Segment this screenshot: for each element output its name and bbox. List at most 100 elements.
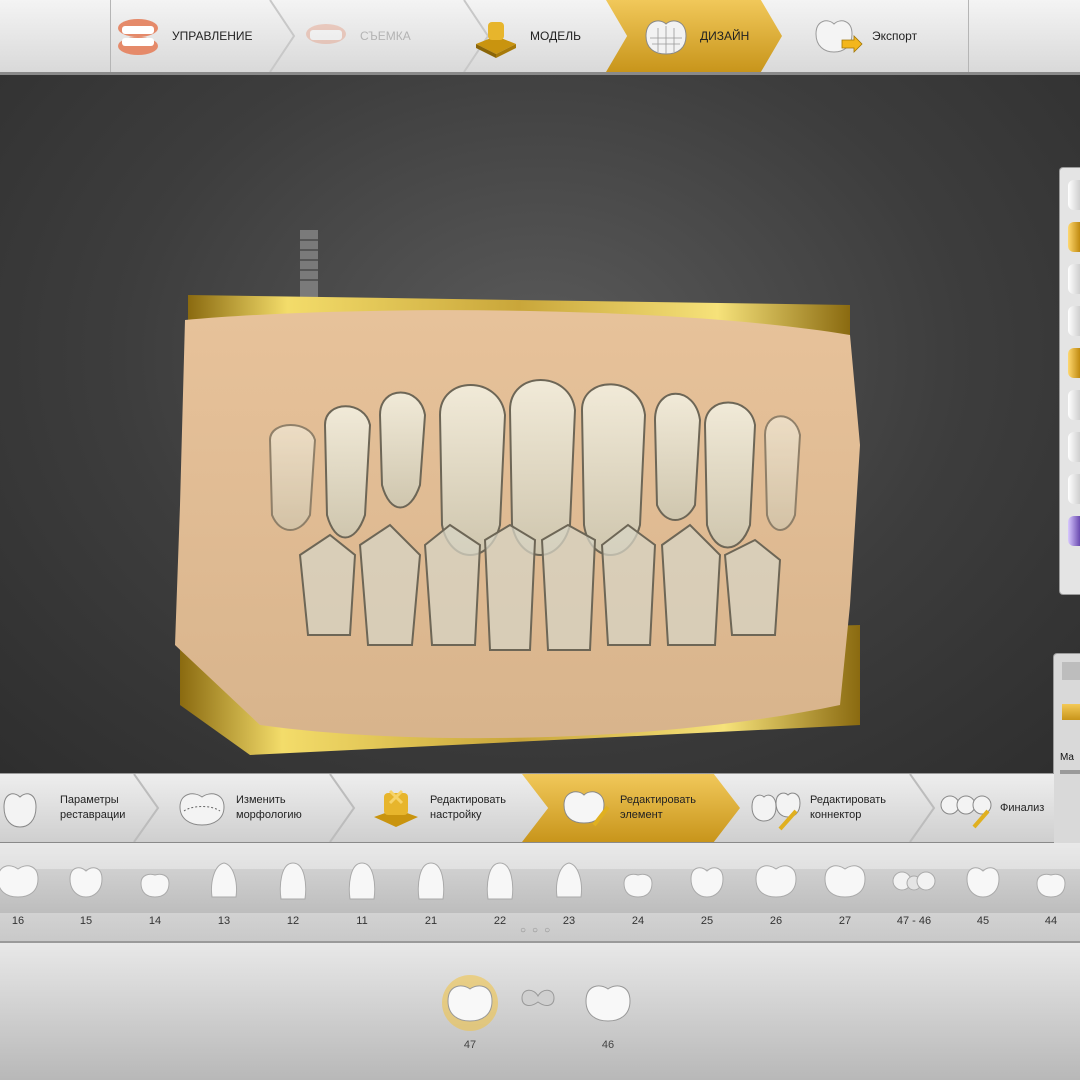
edit-element-icon	[563, 791, 610, 827]
step-model[interactable]: МОДЕЛЬ	[470, 0, 610, 72]
chevron-divider	[269, 0, 296, 72]
step-management[interactable]: УПРАВЛЕНИЕ	[112, 0, 272, 72]
incisor-icon	[279, 862, 307, 900]
step-export[interactable]: Экспорт	[812, 0, 962, 72]
3d-viewport[interactable]: Ma	[0, 75, 1080, 849]
cube-icon[interactable]	[1062, 662, 1080, 680]
morphology-icon	[179, 793, 225, 826]
panel-active-bar[interactable]	[1062, 704, 1080, 720]
premolar-icon	[966, 867, 1000, 898]
tooth-number: 16	[11, 915, 25, 927]
molar-selected-icon	[442, 975, 498, 1031]
tooth-number: 21	[424, 915, 438, 927]
tool-tooth-icon[interactable]	[1068, 474, 1080, 504]
tool-arrow-icon[interactable]	[1068, 180, 1080, 210]
premolar-icon	[69, 867, 103, 898]
tooth-number: 13	[217, 915, 231, 927]
tooth-number: 14	[148, 915, 162, 927]
tooth-item[interactable]: 45	[953, 851, 1013, 929]
gold-model-icon	[476, 22, 516, 58]
tool-edit-setup[interactable]: Редактировать настройку	[370, 774, 530, 842]
incisor-icon	[348, 862, 376, 900]
tooth-number: 24	[631, 915, 645, 927]
tooth-item[interactable]: 21	[401, 851, 461, 929]
tool-restoration-params[interactable]: Параметры реставрации	[0, 774, 140, 842]
tool-label: Редактировать настройку	[430, 794, 506, 821]
tool-tooth-icon[interactable]	[1068, 390, 1080, 420]
tool-edit-element[interactable]: Редактировать элемент	[522, 774, 740, 842]
tooth-number: 11	[356, 915, 368, 927]
tooth-item[interactable]: 13	[194, 851, 254, 929]
step-capture[interactable]: СЪЕМКА	[300, 0, 470, 72]
pager-dots[interactable]: ○○○	[520, 925, 556, 936]
tooth-item[interactable]: 25	[677, 851, 737, 929]
workflow-bar-start	[0, 0, 111, 72]
step-label: ДИЗАЙН	[700, 29, 750, 43]
step-label: СЪЕМКА	[360, 29, 411, 43]
tooth-item[interactable]: 22	[470, 851, 530, 929]
tool-change-morphology[interactable]: Изменить морфологию	[176, 774, 336, 842]
tooth-item[interactable]: 26	[746, 851, 806, 929]
dental-model-render[interactable]	[150, 225, 870, 785]
tooth-number: 25	[700, 915, 714, 927]
tool-tooth-icon[interactable]	[1068, 306, 1080, 336]
tooth-number: 44	[1044, 915, 1058, 927]
finalize-icon	[940, 795, 992, 829]
selected-tooth[interactable]: 46	[578, 973, 638, 1063]
export-tooth-icon	[815, 20, 863, 53]
step-label: МОДЕЛЬ	[530, 29, 581, 43]
tooth-number: 45	[976, 915, 990, 927]
canine-icon	[556, 862, 582, 898]
tooth-item[interactable]: 24	[608, 851, 668, 929]
tooth-item[interactable]: 16	[0, 851, 48, 929]
workflow-bar: УПРАВЛЕНИЕ СЪЕМКА МОДЕЛЬ ДИЗАЙН Экспорт	[0, 0, 1080, 75]
tooth-item[interactable]: 15	[56, 851, 116, 929]
molar-icon	[585, 985, 631, 1022]
chevron-divider	[329, 774, 356, 842]
tool-tooth-icon[interactable]	[1068, 264, 1080, 294]
connector-icon[interactable]	[518, 988, 558, 1018]
tooth-item[interactable]: 12	[263, 851, 323, 929]
tool-purple-tooth-icon[interactable]	[1068, 516, 1080, 546]
selected-elements: 47 46	[0, 943, 1080, 1080]
dental-arch-icon	[118, 19, 158, 55]
design-tools-bar: Параметры реставрации Изменить морфологи…	[0, 773, 1054, 843]
panel-label: Ma	[1060, 752, 1074, 763]
premolar-icon	[140, 873, 170, 898]
premolar-icon	[690, 867, 724, 898]
molar-icon	[0, 865, 39, 898]
workflow-divider	[968, 0, 969, 72]
selected-tooth[interactable]: 47	[440, 973, 500, 1063]
incisor-icon	[417, 862, 445, 900]
panel-slider[interactable]	[1060, 770, 1080, 774]
tooth-item[interactable]: 23	[539, 851, 599, 929]
restoration-params-icon	[3, 793, 37, 828]
tooth-item[interactable]: 47 - 46	[884, 851, 944, 929]
tooth-item[interactable]: 14	[125, 851, 185, 929]
step-label: УПРАВЛЕНИЕ	[172, 29, 253, 43]
step-label: Экспорт	[872, 29, 918, 43]
bridge-icon	[892, 871, 936, 891]
premolar-icon	[623, 873, 653, 898]
right-tool-panel	[1059, 167, 1080, 595]
tool-label: Параметры реставрации	[60, 794, 126, 821]
tool-label: Финализ	[1000, 801, 1045, 814]
tool-finalize[interactable]: Финализ	[940, 774, 1054, 842]
tooth-number: 46	[601, 1039, 615, 1051]
molar-icon	[824, 865, 866, 898]
tooth-number: 26	[769, 915, 783, 927]
tooth-item[interactable]: 11	[332, 851, 392, 929]
incisor-icon	[486, 862, 514, 900]
tooth-item[interactable]: 44	[1021, 851, 1080, 929]
step-design[interactable]: ДИЗАЙН	[606, 0, 782, 72]
tool-gold-tooth-icon[interactable]	[1068, 348, 1080, 378]
tool-tooth-icon[interactable]	[1068, 432, 1080, 462]
tool-gold-tooth-icon[interactable]	[1068, 222, 1080, 252]
tooth-number: 47 - 46	[896, 915, 932, 927]
teeth-strip: 16 15 14 13 12 11 21 22 23 24 25 26 27 4…	[0, 843, 1080, 943]
canine-icon	[211, 862, 237, 898]
tool-edit-connector[interactable]: Редактировать коннектор	[750, 774, 920, 842]
tooth-number: 27	[838, 915, 852, 927]
tooth-item[interactable]: 27	[815, 851, 875, 929]
tooth-number: 47	[463, 1039, 477, 1051]
